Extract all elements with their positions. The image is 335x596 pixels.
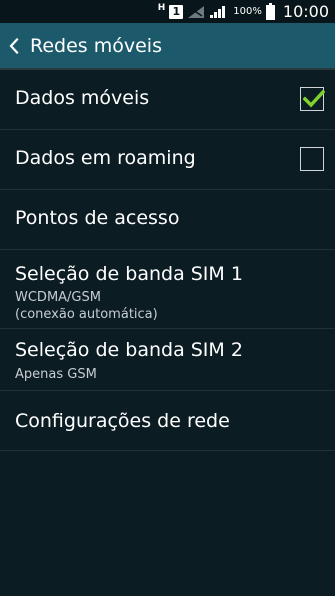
settings-list: Dados móveis Dados em roaming Pontos de … bbox=[0, 70, 335, 451]
back-button[interactable] bbox=[0, 23, 29, 68]
list-item-subtitle: (conexão automática) bbox=[15, 307, 158, 322]
list-item-data-roaming[interactable]: Dados em roaming bbox=[0, 130, 335, 190]
network-type-indicator: H bbox=[157, 2, 166, 13]
list-item-network-settings[interactable]: Configurações de rede bbox=[0, 391, 335, 451]
list-item-band-selection-sim1[interactable]: Seleção de banda SIM 1 WCDMA/GSM (conexã… bbox=[0, 250, 335, 329]
screen: H 1 100% 10:00 Redes móveis Dados móveis… bbox=[0, 0, 335, 596]
status-bar: H 1 100% 10:00 bbox=[0, 0, 335, 23]
signal-strength-icon bbox=[210, 5, 226, 18]
list-item-title: Dados móveis bbox=[15, 87, 150, 109]
page-title: Redes móveis bbox=[30, 34, 162, 57]
list-item-subtitle: WCDMA/GSM bbox=[15, 290, 101, 305]
clock: 10:00 bbox=[282, 2, 329, 21]
sim-signal-inactive-icon bbox=[188, 5, 205, 18]
list-item-title: Pontos de acesso bbox=[15, 207, 180, 229]
chevron-left-icon bbox=[9, 37, 19, 54]
list-item-title: Seleção de banda SIM 2 bbox=[15, 339, 243, 361]
checkmark-icon bbox=[303, 90, 325, 108]
data-roaming-checkbox[interactable] bbox=[300, 147, 324, 171]
list-item-mobile-data[interactable]: Dados móveis bbox=[0, 70, 335, 130]
list-item-access-points[interactable]: Pontos de acesso bbox=[0, 190, 335, 250]
status-icons: H 1 100% 10:00 bbox=[158, 0, 329, 23]
list-item-title: Dados em roaming bbox=[15, 147, 196, 169]
list-item-title: Seleção de banda SIM 1 bbox=[15, 263, 243, 285]
list-item-subtitle: Apenas GSM bbox=[15, 367, 97, 382]
battery-percent: 100% bbox=[233, 6, 262, 17]
action-bar: Redes móveis bbox=[0, 23, 335, 68]
battery-icon bbox=[265, 2, 275, 20]
sim-slot-icon: 1 bbox=[169, 4, 184, 19]
list-item-band-selection-sim2[interactable]: Seleção de banda SIM 2 Apenas GSM bbox=[0, 329, 335, 391]
mobile-data-checkbox[interactable] bbox=[300, 87, 325, 111]
list-item-title: Configurações de rede bbox=[15, 410, 230, 432]
